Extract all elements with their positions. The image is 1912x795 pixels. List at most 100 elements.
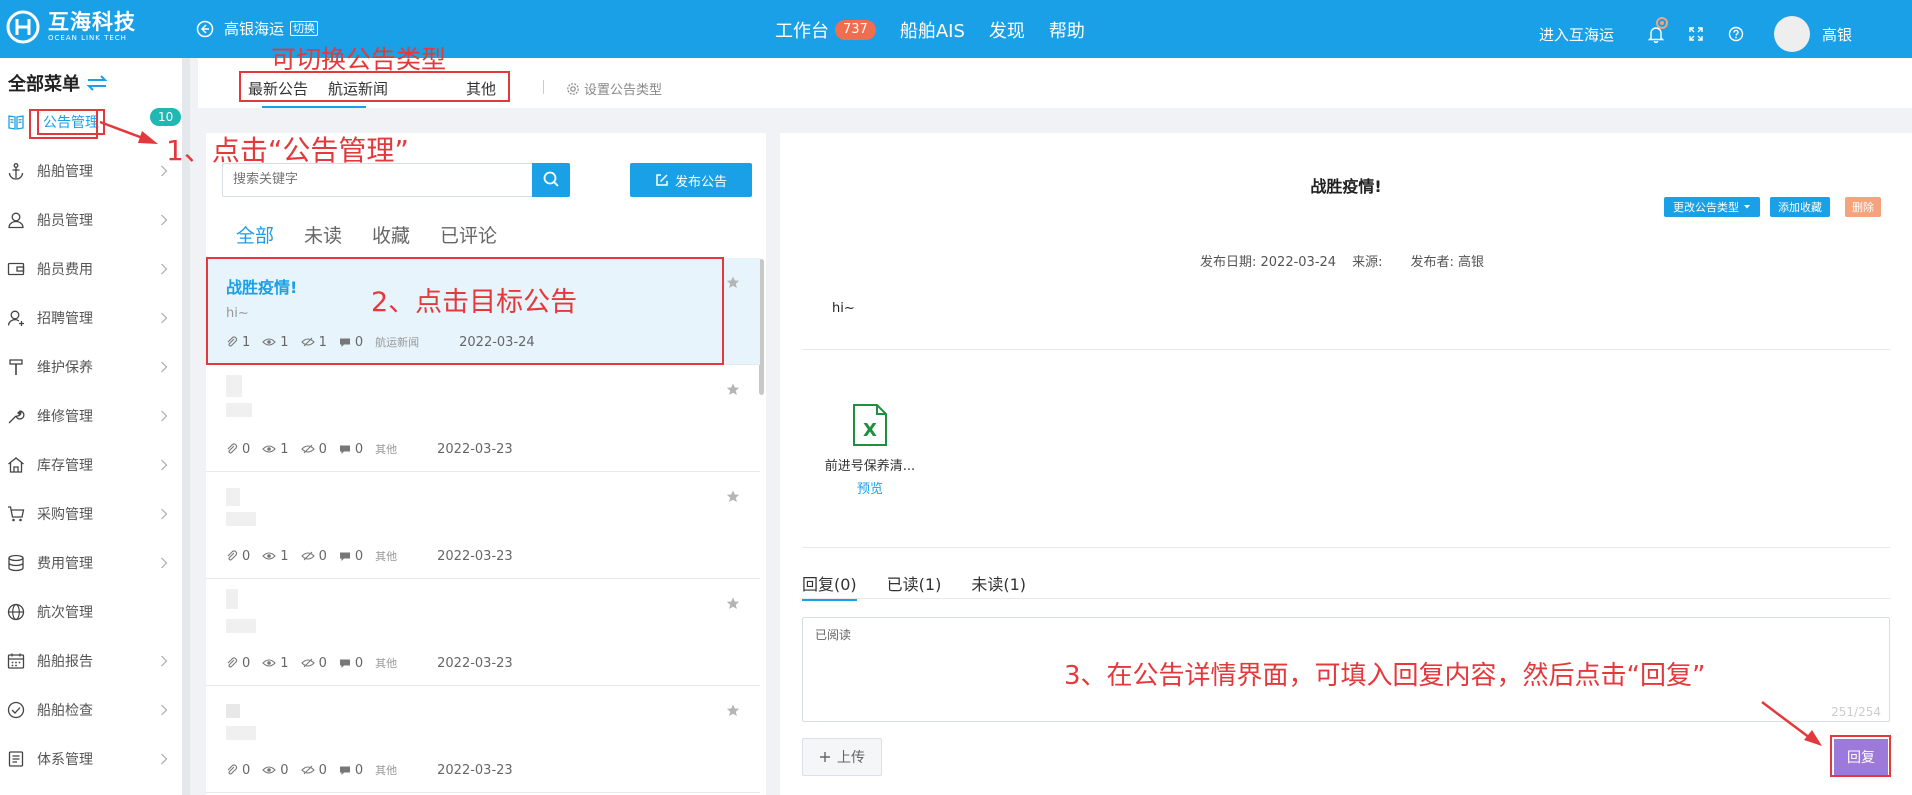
notice-meta: 0 0 0 0 其他 2022-03-23: [226, 762, 513, 778]
tab-unread[interactable]: 未读(1): [971, 571, 1026, 601]
attachment[interactable]: X 前进号保养清... 预览: [810, 403, 930, 497]
sidebar-item-repair[interactable]: 维修管理: [0, 396, 182, 436]
tab-replies[interactable]: 回复(0): [802, 571, 857, 601]
logo-subtext: OCEAN LINK TECH: [48, 34, 127, 42]
sidebar-item-system[interactable]: 体系管理: [0, 739, 182, 779]
caret-down-icon: [1744, 205, 1750, 209]
fullscreen-icon[interactable]: [1688, 26, 1704, 42]
nav-discover[interactable]: 发现: [989, 17, 1025, 43]
add-favorite-button[interactable]: 添加收藏: [1770, 197, 1830, 217]
nav-workbench[interactable]: 工作台 737: [775, 17, 876, 43]
read-eye-icon: [300, 444, 315, 454]
top-nav: 工作台 737 船舶AIS 发现 帮助: [775, 17, 1109, 43]
comment-icon: [339, 766, 350, 775]
sidebar-item-expense[interactable]: 费用管理: [0, 543, 182, 583]
tabs-underline: [802, 598, 1890, 599]
notice-date: 2022-03-23: [437, 441, 513, 457]
sidebar-item-inventory[interactable]: 库存管理: [0, 445, 182, 485]
star-icon[interactable]: [726, 276, 740, 289]
star-icon[interactable]: [726, 383, 740, 396]
star-icon[interactable]: [726, 704, 740, 717]
reply-text: 已阅读: [815, 628, 852, 642]
coins-icon: [8, 554, 24, 572]
sidebar-item-maintenance[interactable]: 维护保养: [0, 347, 182, 387]
sidebar-item-report[interactable]: 船舶报告: [0, 641, 182, 681]
paperclip-icon: [227, 550, 238, 561]
swap-icon[interactable]: [86, 75, 108, 91]
settings-link[interactable]: 设置公告类型: [566, 79, 662, 98]
sidebar-item-purchase[interactable]: 采购管理: [0, 494, 182, 534]
view-count: 0: [280, 762, 289, 778]
check-circle-icon: [7, 701, 25, 719]
notification-button[interactable]: [1647, 17, 1668, 43]
list-item[interactable]: 0 0 0 0 其他 2022-03-23: [206, 686, 760, 793]
company-switcher[interactable]: 高银海运 切换: [196, 18, 319, 39]
switch-company-button[interactable]: 切换: [290, 21, 319, 36]
filter-unread[interactable]: 未读: [304, 221, 342, 248]
notice-date: 2022-03-23: [437, 655, 513, 671]
list-item[interactable]: 0 1 0 0 其他 2022-03-23: [206, 472, 760, 579]
logo[interactable]: 互海科技 OCEAN LINK TECH: [6, 10, 136, 44]
filter-commented[interactable]: 已评论: [440, 221, 497, 248]
wallet-icon: [7, 262, 25, 276]
change-type-button[interactable]: 更改公告类型: [1664, 197, 1760, 217]
help-icon[interactable]: [1728, 26, 1744, 42]
tab-divider: [543, 80, 544, 94]
annotation-box-type-tabs: [239, 71, 510, 102]
star-icon[interactable]: [726, 490, 740, 503]
eye-icon: [262, 445, 277, 453]
sidebar-item-label: 船舶管理: [37, 164, 93, 180]
search-button[interactable]: [532, 163, 570, 197]
notice-meta: 0 1 0 0 其他 2022-03-23: [226, 441, 513, 457]
read-eye-icon: [300, 765, 315, 775]
publish-button[interactable]: 发布公告: [630, 163, 752, 197]
sidebar-item-label: 船舶检查: [37, 703, 93, 719]
attach-count: 0: [242, 441, 251, 457]
paperclip-icon: [227, 657, 238, 668]
list-item[interactable]: 0 1 0 0 其他 2022-03-23: [206, 365, 760, 472]
read-eye-icon: [300, 551, 315, 561]
nav-ais[interactable]: 船舶AIS: [900, 17, 965, 43]
avatar[interactable]: [1773, 16, 1810, 52]
comment-icon: [339, 659, 350, 668]
delete-button[interactable]: 删除: [1845, 197, 1881, 217]
annotation-step-2: 2、点击目标公告: [371, 287, 578, 318]
preview-link[interactable]: 预览: [810, 478, 930, 497]
attach-count: 0: [242, 548, 251, 564]
sidebar-item-voyage[interactable]: 航次管理: [0, 592, 182, 632]
notice-detail-panel: 战胜疫情! 更改公告类型 添加收藏 删除 发布日期: 2022-03-24 来源…: [780, 133, 1912, 795]
upload-button[interactable]: 上传: [802, 738, 882, 776]
nav-help[interactable]: 帮助: [1049, 17, 1085, 43]
globe-icon: [7, 603, 25, 621]
publish-date: 发布日期: 2022-03-24: [1200, 255, 1337, 270]
menu-title: 全部菜单: [8, 74, 80, 95]
notice-type: 其他: [375, 657, 398, 670]
filter-all[interactable]: 全部: [236, 221, 274, 248]
enter-link[interactable]: 进入互海运: [1539, 24, 1614, 45]
annotation-arrow-3-icon: [1761, 701, 1822, 746]
chevron-right-icon: [161, 214, 168, 226]
notice-meta: 0 1 0 0 其他 2022-03-23: [226, 655, 513, 671]
annotation-box-reply-button: [1830, 735, 1891, 777]
back-circle-icon[interactable]: [196, 20, 214, 38]
sidebar-item-label: 费用管理: [37, 556, 93, 572]
view-count: 1: [280, 655, 289, 671]
blurred-excerpt: [226, 619, 256, 633]
edit-icon: [656, 174, 668, 186]
filter-favorites[interactable]: 收藏: [372, 221, 410, 248]
blurred-title: [226, 488, 240, 506]
star-icon[interactable]: [726, 597, 740, 610]
sidebar-item-inspection[interactable]: 船舶检查: [0, 690, 182, 730]
sidebar-item-recruit[interactable]: 招聘管理: [0, 298, 182, 338]
detail-title: 战胜疫情!: [1310, 177, 1382, 196]
comment-count: 0: [354, 441, 364, 457]
sidebar-item-crew[interactable]: 船员管理: [0, 200, 182, 240]
sidebar-item-ship[interactable]: 船舶管理: [0, 151, 182, 191]
user-name[interactable]: 高银: [1822, 24, 1852, 45]
tab-read[interactable]: 已读(1): [887, 571, 942, 601]
sidebar-item-crew-cost[interactable]: 船员费用: [0, 249, 182, 289]
chevron-right-icon: [161, 361, 168, 373]
list-item[interactable]: 0 1 0 0 其他 2022-03-23: [206, 579, 760, 686]
sidebar-item-label: 招聘管理: [37, 311, 93, 327]
comment-icon: [339, 552, 350, 561]
